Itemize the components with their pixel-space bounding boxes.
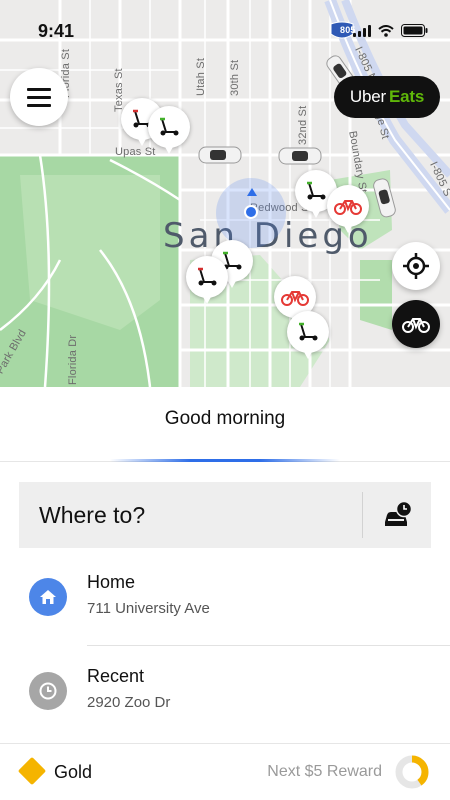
bike-icon [402,318,430,333]
scooter-icon [198,267,217,286]
street-label-texas: Texas St [113,68,125,112]
place-address: 711 University Ave [87,600,210,617]
saved-place-recent[interactable]: Recent 2920 Zoo Dr [0,650,450,740]
signal-icon [353,24,371,37]
battery-icon [401,24,428,37]
status-icons [353,24,428,37]
street-label-30th: 30th St [229,59,241,96]
saved-place-home[interactable]: Home 711 University Ave [0,556,450,646]
street-label-utah: Utah St [195,57,207,96]
status-time: 9:41 [38,21,75,41]
hamburger-icon-bar [27,87,51,91]
place-title: Recent [87,666,145,686]
greeting-text: Good morning [164,408,286,429]
clock-icon [29,672,67,710]
place-divider [87,645,450,646]
status-bar: 9:41 [0,0,450,62]
search-divider [362,492,363,538]
bikes-toggle-button[interactable] [392,300,440,348]
street-label-32nd: 32nd St [297,105,309,145]
home-icon [29,578,67,616]
street-label-upas: Upas St [115,146,156,158]
wifi-icon [378,24,394,37]
next-reward-label: Next $5 Reward [267,763,382,780]
gold-diamond-icon [17,756,47,786]
recenter-location-button[interactable] [392,242,440,290]
menu-button[interactable] [10,68,68,126]
where-to-search-box[interactable]: Where to? [19,482,431,548]
rewards-footer[interactable]: Gold Next $5 Reward [0,744,450,800]
scooter-pin[interactable] [148,106,190,154]
place-title: Home [87,572,136,592]
scooter-icon [299,322,318,341]
loading-indicator [110,459,340,462]
car-icon[interactable] [278,145,322,167]
bike-icon [334,200,362,215]
user-heading-arrow-icon [247,188,257,196]
where-to-label: Where to? [39,502,146,528]
crosshair-icon [403,253,429,279]
scooter-pin[interactable] [287,311,329,359]
scooter-pin[interactable] [186,256,228,304]
hamburger-icon-bar [27,95,51,99]
uber-eats-button[interactable]: Uber Eats [334,76,440,118]
bike-icon [281,291,309,306]
map-view[interactable]: 805 Florida St Texas St Utah St 30th St … [0,0,450,387]
street-label-florida-bottom: Florida Dr [67,334,79,385]
scooter-icon [307,181,326,200]
bike-pin[interactable] [327,185,369,233]
clock-face-icon [39,682,57,700]
user-location-dot [244,205,258,219]
house-icon [40,590,56,604]
scooter-icon [160,117,179,136]
uber-eats-accent: Eats [388,87,425,106]
schedule-ride-icon[interactable] [383,500,413,530]
hamburger-icon-bar [27,103,51,107]
uber-eats-brand: Uber [349,87,386,106]
rewards-tier-label: Gold [54,762,93,782]
car-icon[interactable] [198,144,242,166]
reward-progress-ring [395,755,429,789]
place-address: 2920 Zoo Dr [87,694,171,711]
